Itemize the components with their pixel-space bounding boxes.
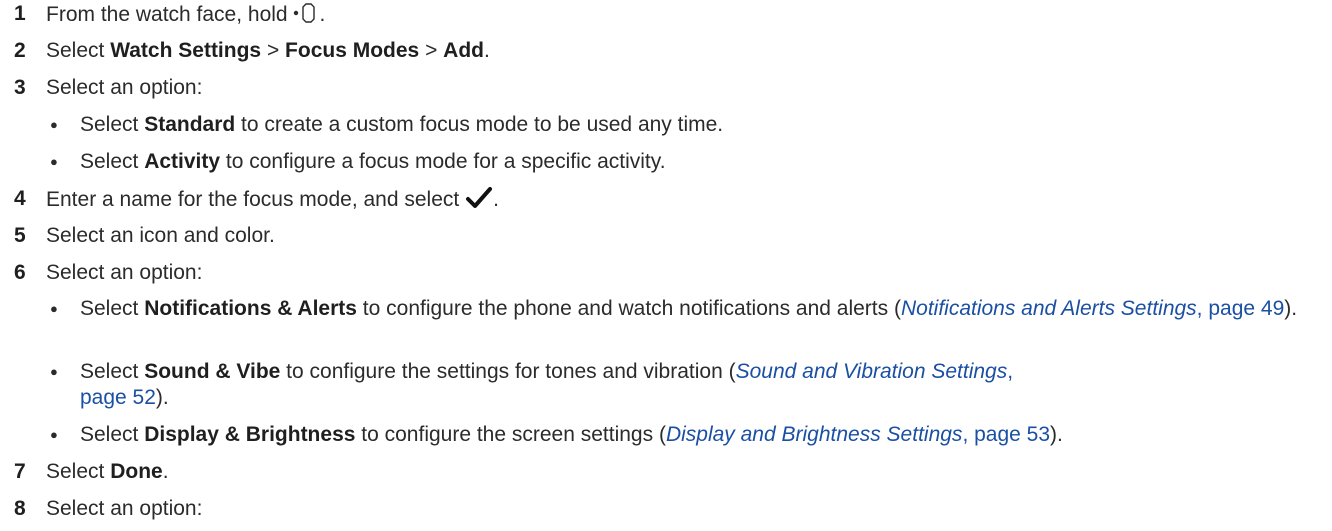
option-display-brightness: Display & Brightness xyxy=(144,423,356,446)
bullet-text-part: to configure the settings for tones and … xyxy=(280,360,736,383)
step-6-bullet-1: ● Select Notifications & Alerts to confi… xyxy=(14,296,1322,352)
bullet-text-part: Select xyxy=(80,360,145,383)
checkmark-icon xyxy=(465,186,493,217)
bullet-icon: ● xyxy=(50,117,58,132)
step-number: 3 xyxy=(14,76,26,99)
bullet-text: Select Activity to configure a focus mod… xyxy=(80,149,666,175)
menu-path-add: Add xyxy=(443,39,484,62)
step-number: 5 xyxy=(14,224,26,247)
step-number: 2 xyxy=(14,39,26,62)
step-text: Select an option: xyxy=(46,497,203,520)
bullet-text-part: Select xyxy=(80,297,145,320)
step-text: Select Watch Settings > Focus Modes > Ad… xyxy=(46,38,490,64)
step-text-part: Select xyxy=(46,39,111,62)
menu-path-watch-settings: Watch Settings xyxy=(110,39,262,62)
bullet-icon: ● xyxy=(50,154,58,169)
step-number: 7 xyxy=(14,460,26,483)
step-text: Select an option: xyxy=(46,76,203,99)
link-page[interactable]: , page 49 xyxy=(1197,297,1285,320)
step-text: Select an option: xyxy=(46,261,203,284)
step-text: Select an icon and color. xyxy=(46,224,275,247)
bullet-text: Select Display & Brightness to configure… xyxy=(80,422,1063,448)
step-number: 6 xyxy=(14,261,26,284)
bullet-text: Select Sound & Vibe to configure the set… xyxy=(80,359,1062,411)
bullet-text-part: to create a custom focus mode to be used… xyxy=(235,113,724,136)
watch-button-icon xyxy=(293,1,319,32)
step-number: 8 xyxy=(14,497,26,520)
instruction-list: 1 From the watch face, hold . 2 Select W… xyxy=(0,0,1332,531)
path-separator: > xyxy=(419,39,444,62)
step-text-part: From the watch face, hold xyxy=(46,3,294,26)
step-text-part: . xyxy=(162,460,169,483)
link-title[interactable]: Sound and Vibration Settings xyxy=(736,360,1008,383)
option-done: Done xyxy=(110,460,163,483)
bullet-text-part: ). xyxy=(1050,423,1063,446)
step-text-part: . xyxy=(484,39,490,62)
bullet-icon: ● xyxy=(50,364,58,379)
bullet-text-part: Select xyxy=(80,113,145,136)
cross-reference-link[interactable]: Notifications and Alerts Settings, page … xyxy=(901,297,1284,320)
bullet-text-part: ). xyxy=(155,386,169,409)
bullet-text-part: ). xyxy=(1284,297,1298,320)
cross-reference-link[interactable]: Display and Brightness Settings, page 53 xyxy=(666,423,1050,446)
list-item: ● Select Notifications & Alerts to confi… xyxy=(50,296,1322,352)
option-standard: Standard xyxy=(144,113,236,136)
step-text-part: . xyxy=(319,3,326,26)
step-number: 1 xyxy=(14,2,26,25)
option-sound-vibe: Sound & Vibe xyxy=(144,360,281,383)
link-title[interactable]: Notifications and Alerts Settings xyxy=(901,297,1197,320)
step-text: Enter a name for the focus mode, and sel… xyxy=(46,186,499,217)
step-number: 4 xyxy=(14,187,26,210)
bullet-text-part: Select xyxy=(80,423,145,446)
bullet-text: Select Notifications & Alerts to configu… xyxy=(80,296,1322,322)
menu-path-focus-modes: Focus Modes xyxy=(285,39,420,62)
step-6-bullet-2: ● Select Sound & Vibe to configure the s… xyxy=(14,359,1322,415)
step-text-part: . xyxy=(493,188,499,211)
bullet-text-part: to configure the screen settings ( xyxy=(355,423,666,446)
bullet-icon: ● xyxy=(50,301,58,316)
step-text: Select Done. xyxy=(46,459,169,485)
bullet-text-part: to configure the phone and watch notific… xyxy=(356,297,901,320)
option-notifications-alerts: Notifications & Alerts xyxy=(144,297,357,320)
step-text-part: Enter a name for the focus mode, and sel… xyxy=(46,188,466,211)
list-item: ● Select Sound & Vibe to configure the s… xyxy=(50,359,1322,415)
bullet-text-part: to configure a focus mode for a specific… xyxy=(220,150,666,173)
step-text-part: Select xyxy=(46,460,111,483)
path-separator: > xyxy=(261,39,286,62)
link-title[interactable]: Display and Brightness Settings xyxy=(666,423,963,446)
bullet-text: Select Standard to create a custom focus… xyxy=(80,112,723,138)
bullet-text-part: Select xyxy=(80,150,145,173)
option-activity: Activity xyxy=(144,150,221,173)
step-text: From the watch face, hold . xyxy=(46,1,325,32)
link-page[interactable]: , page 53 xyxy=(962,423,1050,446)
bullet-icon: ● xyxy=(50,427,58,442)
